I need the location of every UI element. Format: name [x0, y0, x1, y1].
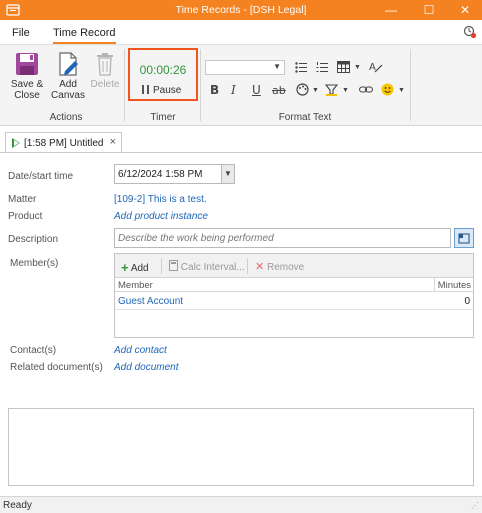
menu-time-record-label: Time Record — [53, 27, 116, 39]
add-member-label: Add — [130, 263, 149, 274]
notes-editor[interactable] — [8, 408, 474, 486]
bold-button[interactable]: B — [210, 83, 219, 97]
matter-link[interactable]: [109-2] This is a test. — [114, 194, 207, 205]
date-start-field[interactable]: 6/12/2024 1:58 PM ▼ — [114, 164, 235, 184]
calculator-icon — [169, 260, 178, 271]
palette-dropdown-icon[interactable]: ▼ — [312, 87, 319, 94]
calc-interval-label: Calc Interval... — [180, 262, 245, 273]
related-docs-label: Related document(s) — [10, 362, 103, 373]
strikethrough-button[interactable]: ab — [272, 84, 286, 98]
members-label: Member(s) — [10, 258, 59, 269]
save-close-button[interactable]: Save & Close — [6, 51, 48, 101]
emoji-icon[interactable] — [381, 83, 394, 96]
column-minutes[interactable]: Minutes — [438, 280, 471, 291]
description-placeholder: Describe the work being performed — [118, 233, 274, 244]
add-member-button[interactable]: + Add — [121, 260, 149, 275]
tab-time-record-label: [1:58 PM] Untitled — [24, 138, 104, 149]
members-panel: + Add Calc Interval... ✕ Remove Member M… — [114, 253, 474, 338]
date-start-label: Date/start time — [8, 171, 74, 182]
play-icon — [12, 138, 20, 148]
bullet-list-icon[interactable] — [295, 62, 307, 73]
ribbon-separator — [124, 49, 125, 121]
add-canvas-label-2: Canvas — [51, 90, 85, 101]
menu-time-record[interactable]: Time Record — [53, 27, 116, 44]
maximize-button[interactable]: ☐ — [414, 0, 444, 20]
timer-panel: 00:00:26 Pause — [128, 48, 198, 101]
chevron-down-icon[interactable]: ▼ — [221, 165, 234, 183]
description-browse-button[interactable] — [454, 228, 474, 248]
chevron-down-icon: ▼ — [273, 62, 281, 71]
column-member[interactable]: Member — [118, 280, 153, 291]
menu-bar: File Time Record — [0, 20, 482, 44]
tab-divider — [0, 152, 482, 153]
close-window-button[interactable]: ✕ — [450, 0, 480, 20]
member-minutes[interactable]: 0 — [464, 296, 470, 307]
underline-button[interactable]: U — [252, 83, 261, 97]
add-canvas-button[interactable]: Add Canvas — [48, 51, 88, 101]
delete-button[interactable]: Delete — [88, 51, 122, 90]
matter-label: Matter — [8, 194, 37, 205]
tab-time-record[interactable]: [1:58 PM] Untitled × — [5, 132, 122, 153]
text-color-palette-icon[interactable] — [296, 83, 309, 96]
remove-member-button[interactable]: ✕ Remove — [255, 260, 304, 273]
status-bar: Ready ⋰ — [0, 496, 482, 513]
add-contact-link[interactable]: Add contact — [114, 345, 167, 356]
description-label: Description — [8, 234, 59, 245]
table-row[interactable]: Guest Account 0 — [115, 293, 473, 310]
date-start-value: 6/12/2024 1:58 PM — [118, 169, 203, 180]
description-input[interactable]: Describe the work being performed — [114, 228, 451, 248]
contacts-label: Contact(s) — [10, 345, 57, 356]
ribbon: Save & Close Add Canvas Delete Actions 0… — [0, 44, 482, 126]
column-divider — [434, 278, 435, 292]
product-label: Product — [8, 211, 43, 222]
minimize-button[interactable]: — — [376, 0, 406, 20]
emoji-dropdown-icon[interactable]: ▼ — [398, 87, 405, 94]
browse-icon — [458, 233, 470, 244]
members-toolbar: + Add Calc Interval... ✕ Remove — [115, 254, 473, 278]
plus-icon: + — [121, 260, 129, 275]
clear-format-icon[interactable]: A — [369, 60, 383, 74]
delete-label: Delete — [90, 79, 120, 90]
pause-label: Pause — [153, 85, 182, 96]
numbered-list-icon[interactable] — [316, 62, 328, 73]
link-icon[interactable] — [359, 84, 373, 95]
font-select[interactable]: ▼ — [205, 60, 285, 75]
highlight-icon[interactable] — [325, 83, 338, 96]
save-close-label-2: Close — [14, 90, 40, 101]
menu-file[interactable]: File — [12, 27, 30, 39]
toolbar-separator — [247, 258, 248, 274]
settings-sync-icon[interactable] — [463, 25, 477, 39]
add-canvas-label-1: Add — [59, 79, 77, 90]
table-dropdown-icon[interactable]: ▼ — [354, 64, 361, 71]
members-table-header: Member Minutes — [115, 278, 473, 292]
close-tab-icon[interactable]: × — [110, 136, 116, 148]
resize-grip-icon[interactable]: ⋰ — [471, 501, 479, 510]
pause-button[interactable]: Pause — [142, 85, 181, 96]
member-name[interactable]: Guest Account — [118, 296, 183, 307]
toolbar-separator — [161, 258, 162, 274]
table-icon[interactable] — [337, 61, 350, 73]
save-close-label-1: Save & — [10, 79, 44, 90]
highlight-dropdown-icon[interactable]: ▼ — [342, 87, 349, 94]
add-document-link[interactable]: Add document — [114, 362, 179, 373]
window-title: Time Records - [DSH Legal] — [175, 4, 307, 16]
canvas-pen-icon — [59, 52, 78, 76]
ribbon-separator — [200, 49, 201, 121]
actions-group-label: Actions — [49, 112, 83, 123]
status-text: Ready — [3, 500, 32, 511]
timer-group-label: Timer — [150, 112, 176, 123]
remove-x-icon: ✕ — [255, 261, 265, 273]
timer-value: 00:00:26 — [139, 63, 187, 77]
trash-icon — [97, 53, 113, 76]
remove-member-label: Remove — [267, 262, 305, 273]
calc-interval-button[interactable]: Calc Interval... — [169, 260, 245, 273]
ribbon-separator — [410, 49, 411, 121]
pause-icon — [142, 85, 149, 94]
add-product-link[interactable]: Add product instance — [114, 211, 208, 222]
title-bar: Time Records - [DSH Legal] — ☐ ✕ — [0, 0, 482, 20]
italic-button[interactable]: I — [231, 83, 236, 97]
format-text-group-label: Format Text — [278, 112, 332, 123]
save-icon — [16, 53, 38, 75]
